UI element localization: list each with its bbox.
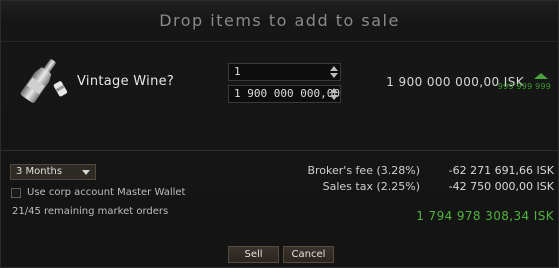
broker-fee-label: Broker's fee (3.28%) xyxy=(307,164,420,177)
wine-bottle-icon[interactable] xyxy=(19,55,73,107)
duration-dropdown[interactable]: 3 Months xyxy=(10,164,96,180)
item-name[interactable]: Vintage Wine? xyxy=(77,74,174,89)
quantity-value: 1 xyxy=(234,65,241,78)
price-value: 1 900 000 000,00 xyxy=(234,87,340,100)
reference-price: 999 999 999 xyxy=(497,82,551,91)
sell-items-window: Drop items to add to sale Vintage Wine? xyxy=(0,0,559,268)
title-divider xyxy=(1,41,558,42)
corp-wallet-label[interactable]: Use corp account Master Wallet xyxy=(27,187,185,198)
quantity-input[interactable]: 1 xyxy=(228,63,341,81)
remaining-orders: 21/45 remaining market orders xyxy=(12,206,169,217)
quantity-stepper[interactable] xyxy=(329,66,338,78)
stepper-up-icon[interactable] xyxy=(330,88,338,93)
cancel-button[interactable]: Cancel xyxy=(283,246,334,263)
chevron-down-icon[interactable] xyxy=(82,170,90,175)
net-total: 1 794 978 308,34 ISK xyxy=(416,209,554,223)
section-divider xyxy=(1,150,558,151)
sales-tax-value: -42 750 000,00 ISK xyxy=(448,180,554,193)
window-title: Drop items to add to sale xyxy=(159,11,400,30)
broker-fee-value: -62 271 691,66 ISK xyxy=(448,164,554,177)
stepper-down-icon[interactable] xyxy=(330,73,338,78)
stepper-down-icon[interactable] xyxy=(330,95,338,100)
price-input[interactable]: 1 900 000 000,00 xyxy=(228,85,341,103)
price-stepper[interactable] xyxy=(329,88,338,100)
sell-button[interactable]: Sell xyxy=(228,246,279,263)
sales-tax-label: Sales tax (2.25%) xyxy=(322,180,420,193)
stepper-up-icon[interactable] xyxy=(330,66,338,71)
corp-wallet-checkbox[interactable] xyxy=(11,188,21,198)
price-up-arrow-icon xyxy=(534,73,548,79)
duration-value: 3 Months xyxy=(16,166,63,177)
